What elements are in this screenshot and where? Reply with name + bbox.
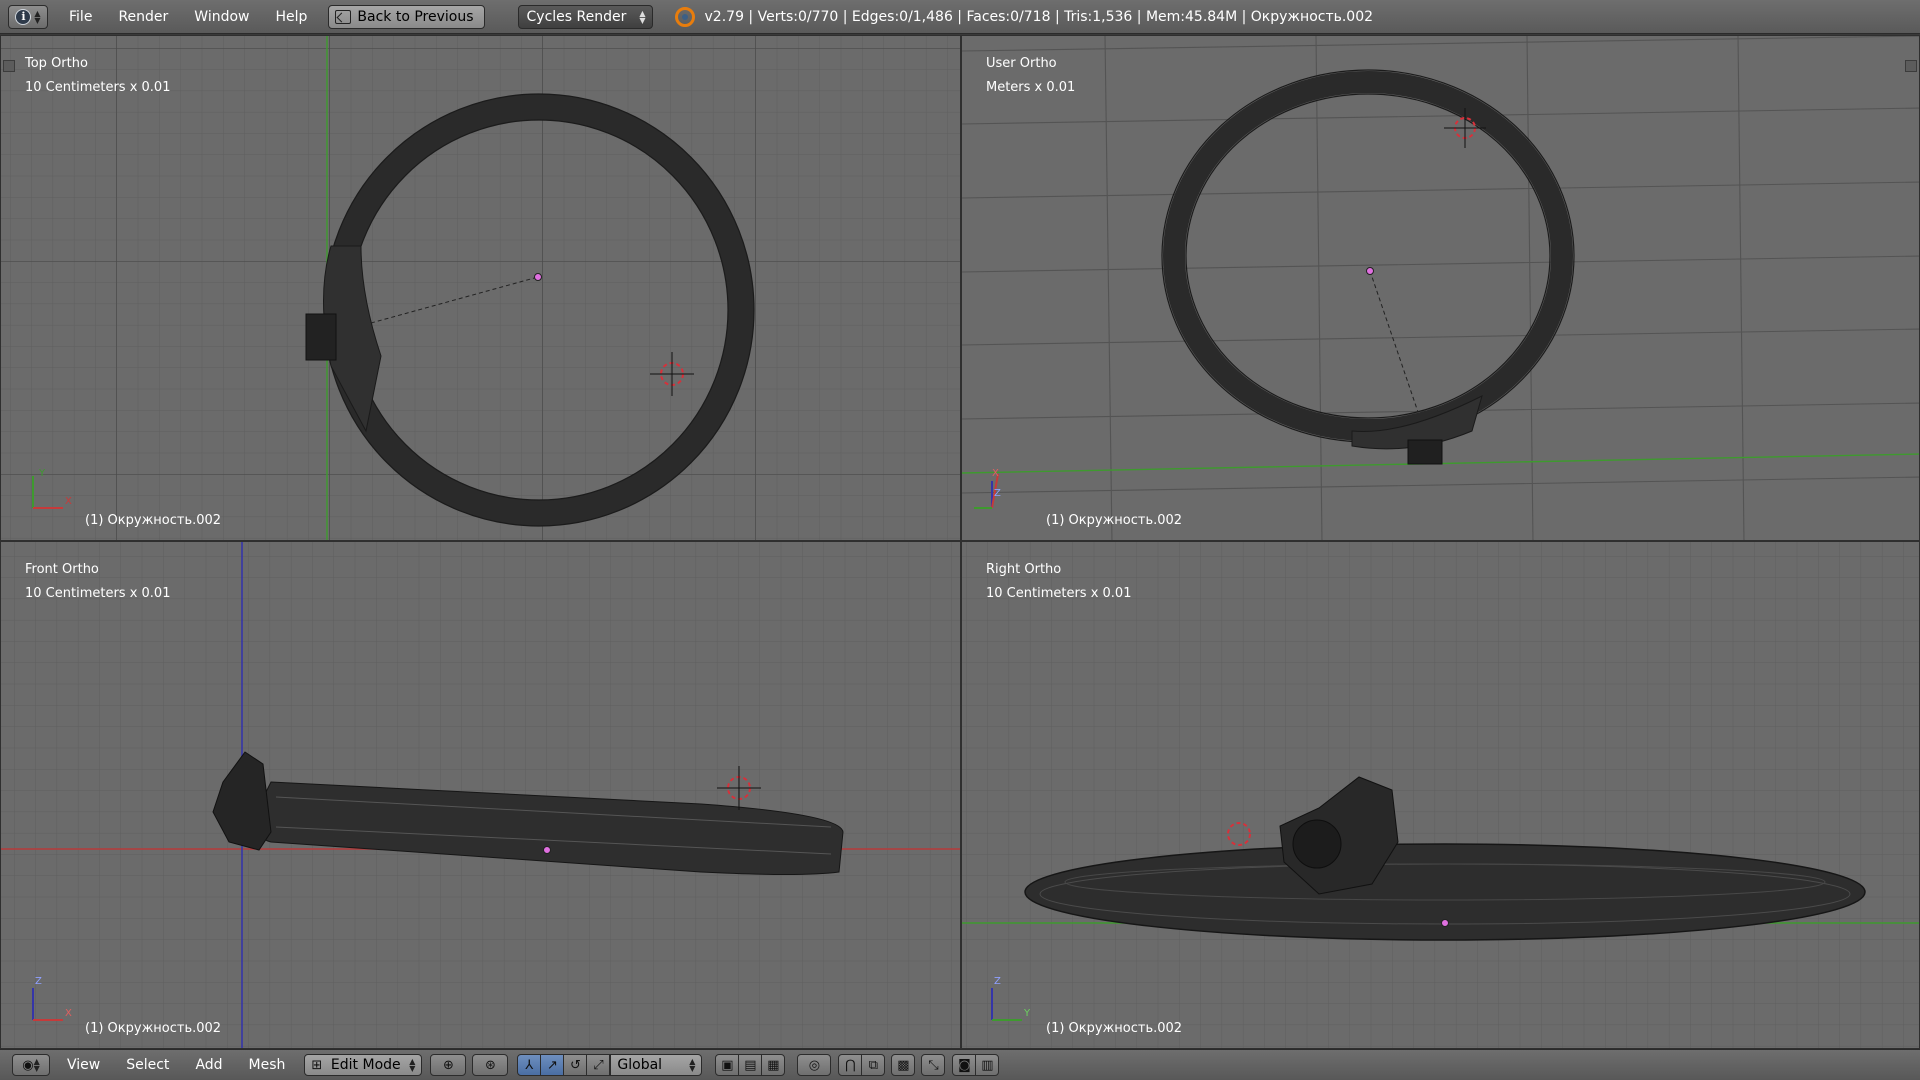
render-opengl-image-button[interactable]: ◙ bbox=[952, 1054, 977, 1076]
axis-label-y: Y bbox=[1024, 1008, 1031, 1019]
back-arrow-icon bbox=[335, 9, 352, 24]
viewport-view-name: Top Ortho bbox=[25, 56, 88, 71]
rotate-icon: ↺ bbox=[569, 1057, 581, 1073]
viewport-grid-scale: Meters x 0.01 bbox=[986, 80, 1076, 95]
interaction-mode-select[interactable]: ⊞ Edit Mode ▲ ▼ bbox=[304, 1054, 423, 1076]
updown-arrows-icon: ▲ ▼ bbox=[409, 1057, 416, 1073]
menu-render[interactable]: Render bbox=[105, 9, 181, 25]
render-opengl-animation-button[interactable]: ▥ bbox=[975, 1054, 1000, 1076]
edge-select-icon: ▤ bbox=[744, 1057, 757, 1073]
editor-type-button[interactable]: i ▲ ▼ bbox=[8, 4, 48, 29]
interaction-mode-label: Edit Mode bbox=[330, 1057, 401, 1073]
info-header: i ▲ ▼ File Render Window Help Back to Pre… bbox=[0, 0, 1920, 34]
viewport-top-ortho-canvas[interactable] bbox=[1, 36, 961, 541]
viewport-top-ortho[interactable]: Top Ortho 10 Centimeters x 0.01 Y X (1) … bbox=[0, 35, 961, 541]
layers-icon: ▩ bbox=[897, 1057, 910, 1073]
axis-label-z: Z bbox=[35, 976, 42, 987]
pin-icon: ⤡ bbox=[928, 1057, 939, 1073]
rotate-manipulator-button[interactable]: ↺ bbox=[563, 1054, 588, 1076]
render-engine-select[interactable]: Cycles Render ▲ ▼ bbox=[517, 4, 653, 29]
axis-label-x: X bbox=[992, 468, 999, 479]
updown-arrows-icon: ▲ ▼ bbox=[639, 8, 646, 25]
editor-type-button[interactable]: ◉ ▲ ▼ bbox=[12, 1054, 50, 1076]
axis-label-z: Z bbox=[994, 488, 1001, 499]
viewport-front-ortho-canvas[interactable] bbox=[1, 542, 961, 1049]
viewport-grid-scale: 10 Centimeters x 0.01 bbox=[25, 586, 171, 601]
3d-view-header: ◉ ▲ ▼ View Select Add Mesh ⊞ Edit Mode ▲ ▼… bbox=[0, 1049, 1920, 1080]
proportional-edit-icon: ◎ bbox=[808, 1057, 821, 1073]
menu-select[interactable]: Select bbox=[113, 1057, 182, 1073]
3d-view-icon: ◉ bbox=[22, 1057, 34, 1073]
snap-element-select[interactable]: ⧉ bbox=[861, 1054, 886, 1076]
viewport-view-name: User Ortho bbox=[986, 56, 1057, 71]
corner-expand-button[interactable] bbox=[1905, 60, 1917, 72]
viewport-shading-select[interactable]: ⊕ bbox=[430, 1054, 467, 1076]
axis-label-z: Z bbox=[994, 976, 1001, 987]
snap-toggle-button[interactable]: ⋂ bbox=[838, 1054, 863, 1076]
axis-label-x: X bbox=[65, 1008, 72, 1019]
blender-logo-icon bbox=[674, 6, 695, 27]
render-engine-label: Cycles Render bbox=[526, 8, 627, 25]
viewport-right-ortho-canvas[interactable] bbox=[962, 542, 1920, 1049]
active-object-label: (1) Окружность.002 bbox=[1046, 513, 1183, 528]
updown-arrows-icon: ▲ ▼ bbox=[689, 1057, 696, 1073]
translate-manipulator-button[interactable]: ↗ bbox=[540, 1054, 565, 1076]
vertex-select-button[interactable]: ▣ bbox=[715, 1054, 740, 1076]
ring-mesh-user bbox=[1161, 69, 1575, 465]
menu-view[interactable]: View bbox=[54, 1057, 113, 1073]
vertex-select-icon: ▣ bbox=[721, 1057, 734, 1073]
scene-stats: v2.79 | Verts:0/770 | Edges:0/1,486 | Fa… bbox=[704, 8, 1374, 25]
back-to-previous-label: Back to Previous bbox=[357, 8, 474, 25]
menu-add[interactable]: Add bbox=[182, 1057, 235, 1073]
edge-select-button[interactable]: ▤ bbox=[738, 1054, 763, 1076]
active-object-label: (1) Окружность.002 bbox=[1046, 1021, 1183, 1036]
transform-orientation-select[interactable]: Global ▲ ▼ bbox=[610, 1054, 703, 1076]
magnet-icon: ⋂ bbox=[845, 1057, 856, 1073]
viewport-grid-scale: 10 Centimeters x 0.01 bbox=[25, 80, 171, 95]
updown-arrows-icon: ▲ ▼ bbox=[34, 8, 41, 25]
axes-icon: ⅄ bbox=[525, 1057, 534, 1073]
active-object-label: (1) Окружность.002 bbox=[85, 513, 222, 528]
scale-manipulator-button[interactable]: ⤢ bbox=[586, 1054, 611, 1076]
layers-button[interactable]: ▩ bbox=[891, 1054, 916, 1076]
axis-label-x: X bbox=[65, 496, 72, 507]
edit-mode-icon: ⊞ bbox=[311, 1057, 323, 1073]
face-select-icon: ▦ bbox=[767, 1057, 780, 1073]
transform-orientation-label: Global bbox=[617, 1057, 663, 1073]
pivot-icon: ⊛ bbox=[484, 1057, 496, 1073]
scale-icon: ⤢ bbox=[593, 1057, 604, 1073]
viewport-grid-scale: 10 Centimeters x 0.01 bbox=[986, 586, 1132, 601]
pin-button[interactable]: ⤡ bbox=[921, 1054, 946, 1076]
pivot-point-select[interactable]: ⊛ bbox=[472, 1054, 509, 1076]
face-select-button[interactable]: ▦ bbox=[761, 1054, 786, 1076]
viewport-user-ortho-canvas[interactable] bbox=[962, 36, 1920, 541]
menu-file[interactable]: File bbox=[56, 9, 105, 25]
viewport-right-ortho[interactable]: Right Ortho 10 Centimeters x 0.01 Z Y (1… bbox=[961, 541, 1920, 1049]
updown-arrows-icon: ▲ ▼ bbox=[33, 1057, 40, 1073]
axis-label-y: Y bbox=[39, 468, 46, 479]
menu-help[interactable]: Help bbox=[262, 9, 320, 25]
menu-mesh[interactable]: Mesh bbox=[236, 1057, 299, 1073]
corner-expand-button[interactable] bbox=[3, 60, 15, 72]
back-to-previous-button[interactable]: Back to Previous bbox=[328, 4, 485, 29]
arrow-icon: ↗ bbox=[546, 1057, 558, 1073]
proportional-edit-select[interactable]: ◎ bbox=[797, 1054, 832, 1076]
clapperboard-icon: ▥ bbox=[981, 1057, 994, 1073]
info-icon: i bbox=[15, 8, 32, 25]
viewport-view-name: Front Ortho bbox=[25, 562, 99, 577]
camera-icon: ◙ bbox=[958, 1057, 971, 1073]
shading-sphere-icon: ⊕ bbox=[442, 1057, 454, 1073]
viewport-view-name: Right Ortho bbox=[986, 562, 1062, 577]
viewport-front-ortho[interactable]: Front Ortho 10 Centimeters x 0.01 Z X (1… bbox=[0, 541, 961, 1049]
viewport-user-ortho[interactable]: User Ortho Meters x 0.01 Z X (1) Окружно… bbox=[961, 35, 1920, 541]
snap-increment-icon: ⧉ bbox=[868, 1057, 879, 1073]
active-object-label: (1) Окружность.002 bbox=[85, 1021, 222, 1036]
manipulator-toggle-button[interactable]: ⅄ bbox=[517, 1054, 542, 1076]
menu-window[interactable]: Window bbox=[181, 9, 262, 25]
